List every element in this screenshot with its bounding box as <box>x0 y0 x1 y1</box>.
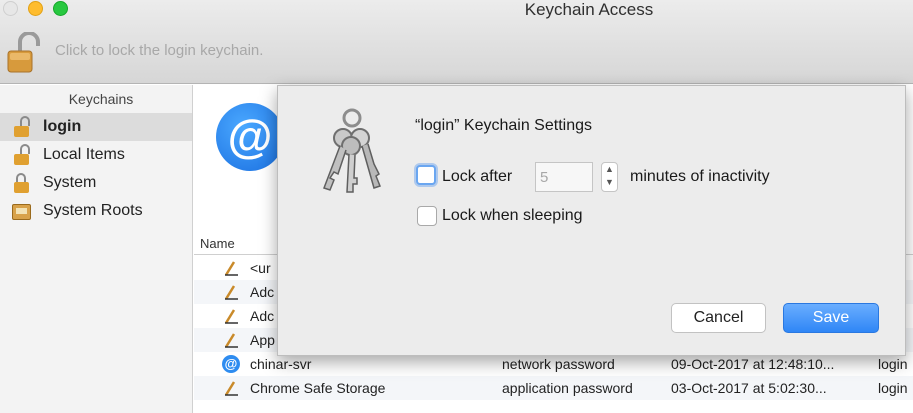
minutes-suffix-label: minutes of inactivity <box>630 168 770 185</box>
row-date: 09-Oct-2017 at 12:48:10... <box>671 356 835 372</box>
row-name: Adc <box>250 308 275 324</box>
password-pen-icon <box>224 381 238 396</box>
at-icon: @ <box>222 355 240 373</box>
row-kind: network password <box>502 356 615 372</box>
padlock-open-icon <box>12 144 32 165</box>
row-name: App <box>250 332 275 348</box>
sidebar-item-label: Local Items <box>43 146 125 163</box>
row-kind: application password <box>502 380 633 396</box>
password-pen-icon <box>224 333 238 348</box>
keys-icon <box>323 108 381 193</box>
window-title: Keychain Access <box>524 0 654 19</box>
password-pen-icon <box>224 285 238 300</box>
password-pen-icon <box>224 261 238 276</box>
row-name: Chrome Safe Storage <box>250 380 386 396</box>
sidebar-item-label: System <box>43 174 97 191</box>
sidebar-item-login[interactable]: login <box>0 113 192 141</box>
row-name: chinar-svr <box>250 356 312 372</box>
row-name: <ur <box>250 260 271 276</box>
sidebar-item-local-items[interactable]: Local Items <box>0 141 192 169</box>
sidebar-header: Keychains <box>68 91 134 107</box>
sidebar-item-label: login <box>43 118 82 135</box>
row-keychain: login <box>878 380 908 396</box>
lock-hint-text[interactable]: Click to lock the login keychain. <box>55 42 263 59</box>
sidebar-item-system-roots[interactable]: System Roots <box>0 197 192 225</box>
column-name-header[interactable]: Name <box>200 236 235 251</box>
save-button[interactable]: Save <box>783 303 879 333</box>
minutes-stepper[interactable]: ▲ ▼ <box>601 162 618 192</box>
lock-after-label: Lock after <box>442 168 513 185</box>
table-row[interactable]: Chrome Safe Storage application password… <box>194 376 913 400</box>
padlock-icon <box>12 173 32 193</box>
minutes-input[interactable] <box>535 162 593 192</box>
lock-when-sleeping-label: Lock when sleeping <box>442 207 583 224</box>
row-date: 03-Oct-2017 at 5:02:30... <box>671 380 827 396</box>
dialog-title: “login” Keychain Settings <box>415 117 592 134</box>
sidebar-item-system[interactable]: System <box>0 169 192 197</box>
padlock-open-icon <box>12 116 32 137</box>
row-keychain: login <box>878 356 908 372</box>
toolbar: Keychain Access Click to lock the login … <box>0 0 913 84</box>
lock-after-checkbox[interactable] <box>416 165 436 185</box>
row-name: Adc <box>250 284 275 300</box>
at-icon: @ <box>216 103 284 171</box>
keychains-sidebar: Keychains login Local Items System Syste… <box>0 85 193 413</box>
sidebar-item-label: System Roots <box>43 202 143 219</box>
lock-when-sleeping-checkbox[interactable] <box>417 206 437 226</box>
password-pen-icon <box>224 309 238 324</box>
padlock-open-icon[interactable] <box>6 32 42 74</box>
keychain-settings-dialog: “login” Keychain Settings Lock after ▲▼ … <box>277 85 906 356</box>
cabinet-icon <box>12 201 32 221</box>
cancel-button[interactable]: Cancel <box>671 303 766 333</box>
